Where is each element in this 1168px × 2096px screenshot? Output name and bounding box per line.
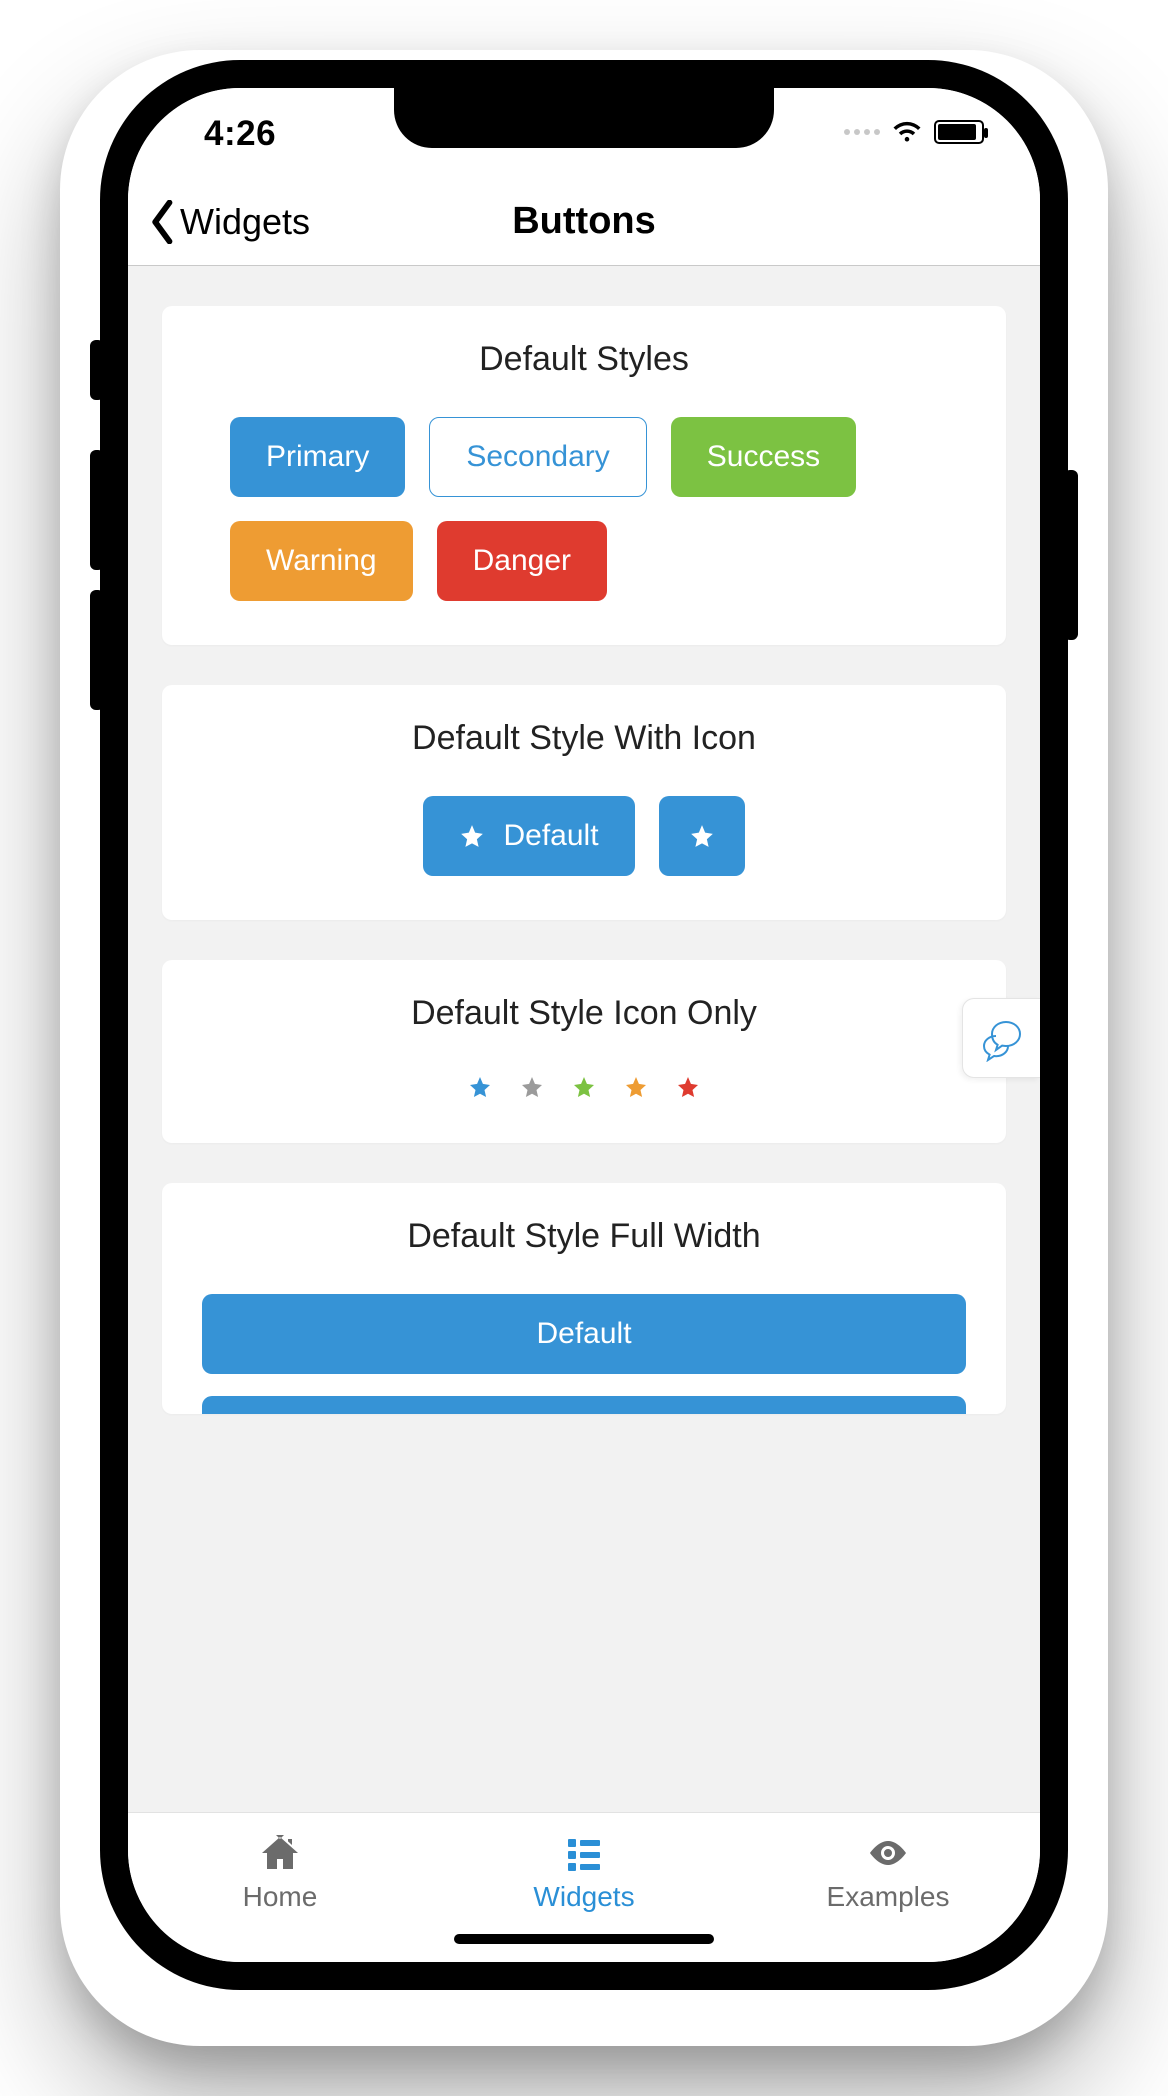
star-icon	[520, 1075, 544, 1099]
danger-button[interactable]: Danger	[437, 521, 607, 601]
phone-notch	[394, 88, 774, 148]
star-icon	[572, 1075, 596, 1099]
fullwidth-button-next[interactable]	[202, 1396, 966, 1414]
button-label: Default	[503, 819, 598, 853]
star-row	[202, 1071, 966, 1099]
content-scroll[interactable]: Default Styles Primary Secondary Success…	[128, 266, 1040, 1812]
star-secondary-button[interactable]	[520, 1075, 544, 1099]
eye-icon	[866, 1831, 910, 1875]
card-title: Default Styles	[202, 340, 966, 379]
tab-home[interactable]: Home	[128, 1813, 432, 1962]
card-icon-only: Default Style Icon Only	[162, 960, 1006, 1143]
star-icon	[676, 1075, 700, 1099]
chevron-left-icon	[148, 200, 178, 244]
tab-label: Home	[243, 1881, 318, 1913]
home-indicator[interactable]	[454, 1934, 714, 1944]
card-title: Default Style Icon Only	[202, 994, 966, 1033]
success-button[interactable]: Success	[671, 417, 856, 497]
warning-button[interactable]: Warning	[230, 521, 413, 601]
cell-signal-icon	[844, 129, 880, 135]
card-full-width: Default Style Full Width Default	[162, 1183, 1006, 1414]
tab-examples[interactable]: Examples	[736, 1813, 1040, 1962]
status-time: 4:26	[204, 114, 276, 154]
tab-label: Widgets	[533, 1881, 634, 1913]
card-title: Default Style With Icon	[202, 719, 966, 758]
wifi-icon	[892, 121, 922, 143]
tab-label: Examples	[827, 1881, 950, 1913]
default-icon-button[interactable]: Default	[423, 796, 634, 876]
status-indicators	[844, 120, 984, 144]
home-icon	[258, 1831, 302, 1875]
star-primary-button[interactable]	[468, 1075, 492, 1099]
nav-header: Widgets Buttons	[128, 178, 1040, 266]
battery-icon	[934, 120, 984, 144]
chat-icon	[978, 1014, 1026, 1062]
secondary-button[interactable]: Secondary	[429, 417, 646, 497]
back-button[interactable]: Widgets	[148, 178, 310, 265]
fullwidth-default-button[interactable]: Default	[202, 1294, 966, 1374]
star-success-button[interactable]	[572, 1075, 596, 1099]
star-warning-button[interactable]	[624, 1075, 648, 1099]
primary-button[interactable]: Primary	[230, 417, 405, 497]
star-icon	[459, 823, 485, 849]
card-default-styles: Default Styles Primary Secondary Success…	[162, 306, 1006, 645]
card-title: Default Style Full Width	[202, 1217, 966, 1256]
star-icon	[689, 823, 715, 849]
phone-frame: 4:26 Widgets Buttons	[100, 60, 1068, 1990]
star-icon	[624, 1075, 648, 1099]
star-icon	[468, 1075, 492, 1099]
star-danger-button[interactable]	[676, 1075, 700, 1099]
list-icon	[562, 1831, 606, 1875]
back-label: Widgets	[180, 201, 310, 243]
icon-only-button[interactable]	[659, 796, 745, 876]
screen: 4:26 Widgets Buttons	[128, 88, 1040, 1962]
card-style-with-icon: Default Style With Icon Default	[162, 685, 1006, 920]
chat-bubble-button[interactable]	[962, 998, 1040, 1078]
